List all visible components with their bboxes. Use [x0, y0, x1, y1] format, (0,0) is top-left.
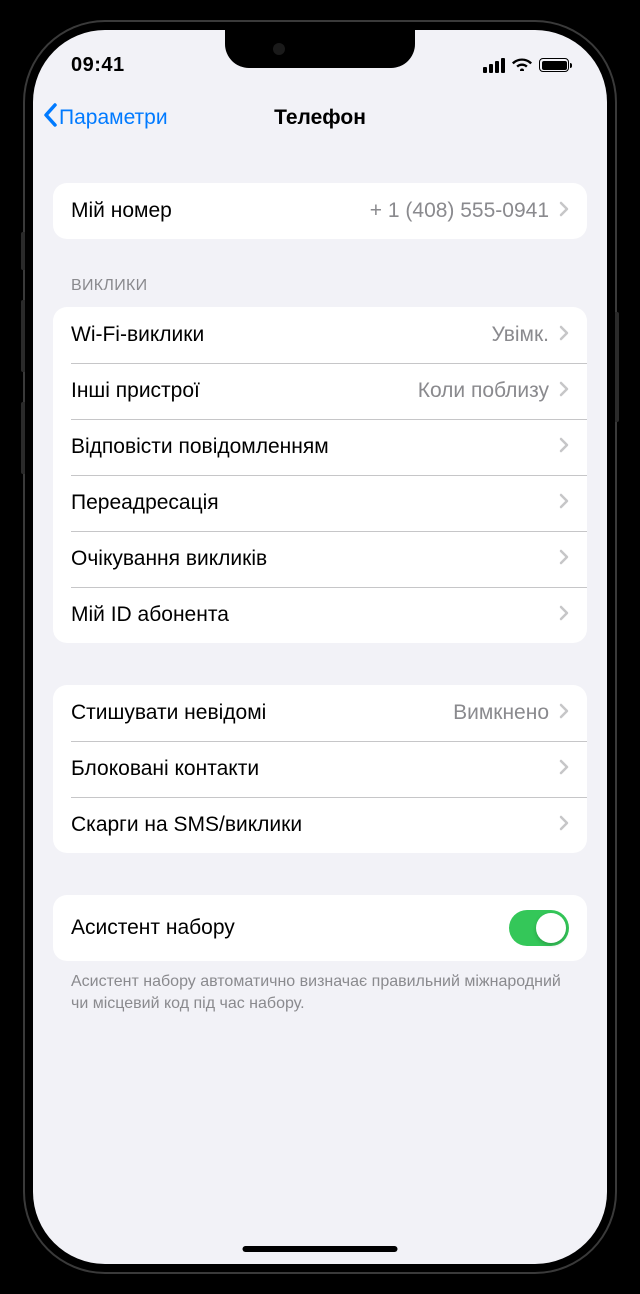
- status-time: 09:41: [71, 54, 125, 77]
- row-label: Блоковані контакти: [71, 757, 559, 781]
- back-button[interactable]: Параметри: [41, 102, 168, 134]
- silence-unknown-row[interactable]: Стишувати невідомі Вимкнено: [53, 685, 587, 741]
- dial-assist-toggle[interactable]: [509, 910, 569, 946]
- calls-header: ВИКЛИКИ: [53, 277, 587, 303]
- my-number-section: Мій номер + 1 (408) 555-0941: [53, 183, 587, 239]
- chevron-right-icon: [559, 493, 569, 514]
- chevron-right-icon: [559, 325, 569, 346]
- chevron-right-icon: [559, 759, 569, 780]
- navigation-bar: Параметри Телефон: [33, 90, 607, 145]
- battery-icon: [539, 58, 569, 72]
- chevron-right-icon: [559, 381, 569, 402]
- row-value: Коли поблизу: [418, 379, 549, 403]
- home-indicator[interactable]: [243, 1246, 398, 1252]
- dial-assist-section: Асистент набору: [53, 895, 587, 961]
- respond-with-text-row[interactable]: Відповісти повідомленням: [53, 419, 587, 475]
- row-label: Інші пристрої: [71, 379, 418, 403]
- my-number-row[interactable]: Мій номер + 1 (408) 555-0941: [53, 183, 587, 239]
- notch: [225, 30, 415, 68]
- chevron-left-icon: [41, 102, 59, 134]
- wifi-calling-row[interactable]: Wi-Fi-виклики Увімк.: [53, 307, 587, 363]
- row-label: Стишувати невідомі: [71, 701, 453, 725]
- chevron-right-icon: [559, 437, 569, 458]
- row-label: Переадресація: [71, 491, 559, 515]
- cellular-signal-icon: [483, 58, 505, 73]
- row-label: Wi-Fi-виклики: [71, 323, 492, 347]
- back-label: Параметри: [59, 106, 168, 130]
- phone-frame: 09:41 Параметри Телефон Мій номер: [25, 22, 615, 1272]
- page-title: Телефон: [274, 106, 366, 130]
- chevron-right-icon: [559, 605, 569, 626]
- other-devices-row[interactable]: Інші пристрої Коли поблизу: [53, 363, 587, 419]
- row-label: Мій ID абонента: [71, 603, 559, 627]
- row-value: Вимкнено: [453, 701, 549, 725]
- calls-section: Wi-Fi-виклики Увімк. Інші пристрої Коли …: [53, 307, 587, 643]
- chevron-right-icon: [559, 703, 569, 724]
- call-forwarding-row[interactable]: Переадресація: [53, 475, 587, 531]
- wifi-icon: [512, 55, 532, 76]
- blocked-contacts-row[interactable]: Блоковані контакти: [53, 741, 587, 797]
- silence-section: Стишувати невідомі Вимкнено Блоковані ко…: [53, 685, 587, 853]
- row-value: Увімк.: [492, 323, 549, 347]
- caller-id-row[interactable]: Мій ID абонента: [53, 587, 587, 643]
- row-label: Відповісти повідомленням: [71, 435, 559, 459]
- row-label: Очікування викликів: [71, 547, 559, 571]
- chevron-right-icon: [559, 815, 569, 836]
- chevron-right-icon: [559, 549, 569, 570]
- dial-assist-row: Асистент набору: [53, 895, 587, 961]
- row-label: Асистент набору: [71, 916, 509, 940]
- row-label: Скарги на SMS/виклики: [71, 813, 559, 837]
- sms-call-reporting-row[interactable]: Скарги на SMS/виклики: [53, 797, 587, 853]
- settings-content[interactable]: Мій номер + 1 (408) 555-0941 ВИКЛИКИ Wi-…: [33, 145, 607, 1264]
- chevron-right-icon: [559, 201, 569, 222]
- status-icons: [483, 55, 569, 76]
- call-waiting-row[interactable]: Очікування викликів: [53, 531, 587, 587]
- dial-assist-footer: Асистент набору автоматично визначає пра…: [53, 961, 587, 1014]
- row-label: Мій номер: [71, 199, 370, 223]
- row-value: + 1 (408) 555-0941: [370, 199, 549, 223]
